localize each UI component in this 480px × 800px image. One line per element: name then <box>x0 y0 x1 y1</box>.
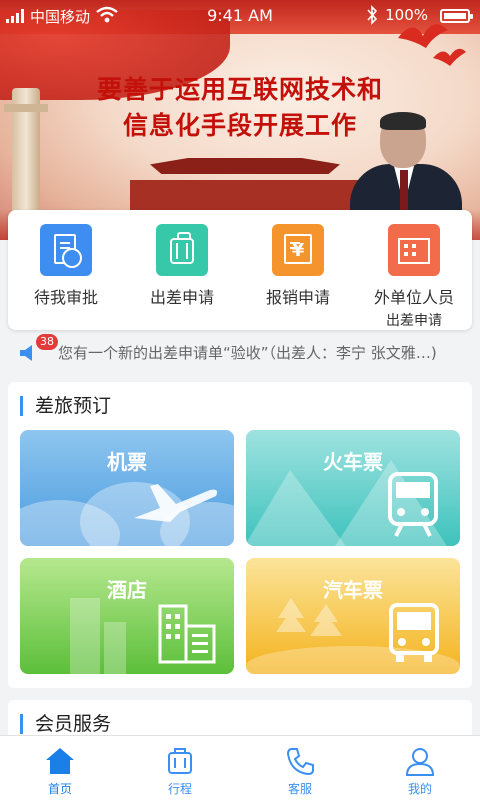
banner-headline-line1: 要善于运用互联网技术和 <box>96 75 383 104</box>
tab-home[interactable]: 首页 <box>0 736 120 800</box>
approval-icon <box>40 224 92 276</box>
phone-icon <box>286 748 314 776</box>
tile-label: 汽车票 <box>323 578 383 602</box>
tiananmen-illustration <box>130 150 360 210</box>
quick-action-approval[interactable]: 待我审批 <box>8 224 124 308</box>
plane-icon <box>134 484 218 522</box>
tab-profile[interactable]: 我的 <box>360 736 480 800</box>
tab-label: 我的 <box>407 782 432 796</box>
quick-action-reimbursement[interactable]: ¥ 报销申请 <box>240 224 356 308</box>
tile-label: 机票 <box>107 450 147 474</box>
promo-banner[interactable]: 要善于运用互联网技术和 信息化手段开展工作 <box>0 0 480 240</box>
home-icon <box>46 748 74 774</box>
battery-icon <box>440 9 473 23</box>
suitcase-icon <box>156 224 208 276</box>
bottom-tab-bar: 首页 行程 客服 我的 <box>0 735 480 800</box>
quick-action-trip-request[interactable]: 出差申请 <box>124 224 240 308</box>
bluetooth-icon <box>367 5 378 25</box>
bus-icon <box>389 603 439 662</box>
quick-action-label: 出差申请 <box>149 288 214 307</box>
bus-tile[interactable]: 汽车票 <box>246 558 460 674</box>
notice-count-badge: 38 <box>36 334 58 350</box>
building-icon <box>388 224 440 276</box>
section-title: 会员服务 <box>20 714 111 734</box>
quick-action-label: 待我审批 <box>33 288 98 307</box>
flight-tile[interactable]: 机票 <box>20 430 234 546</box>
tab-label: 客服 <box>287 782 312 796</box>
status-bar: 中国移动 9:41 AM 100% <box>0 0 480 32</box>
profile-icon <box>405 748 435 776</box>
hotel-tile[interactable]: 酒店 <box>20 558 234 674</box>
section-title: 差旅预订 <box>20 396 111 416</box>
tile-label: 火车票 <box>323 450 383 474</box>
battery-percentage: 100% <box>385 6 428 24</box>
tree-illustration <box>276 598 342 636</box>
tab-itinerary[interactable]: 行程 <box>120 736 240 800</box>
quick-action-label: 外单位人员 <box>373 288 454 307</box>
tab-label: 行程 <box>167 782 192 796</box>
notice-text: 您有一个新的出差申请单“验收”（出差人：李宁 张文雅…) <box>58 344 437 362</box>
quick-action-label: 报销申请 <box>265 288 330 307</box>
notice-bar[interactable]: 38 您有一个新的出差申请单“验收”（出差人：李宁 张文雅…) <box>0 334 480 368</box>
tile-label: 酒店 <box>107 578 147 602</box>
quick-action-external-staff[interactable]: 外单位人员 出差申请 <box>356 224 472 330</box>
train-tile[interactable]: 火车票 <box>246 430 460 546</box>
itinerary-icon <box>168 748 192 774</box>
hotel-icon <box>158 604 216 664</box>
train-icon <box>388 472 438 537</box>
tab-label: 首页 <box>47 782 72 796</box>
quick-actions-card: 待我审批 出差申请 ¥ 报销申请 外单位人员 出差申请 <box>8 210 472 330</box>
travel-booking-section: 差旅预订 机票 火车票 酒店 汽车票 <box>8 382 472 688</box>
huabiao-pillar <box>4 88 48 218</box>
tab-customer-service[interactable]: 客服 <box>240 736 360 800</box>
quick-action-sublabel: 出差申请 <box>386 313 442 329</box>
reimburse-icon: ¥ <box>272 224 324 276</box>
